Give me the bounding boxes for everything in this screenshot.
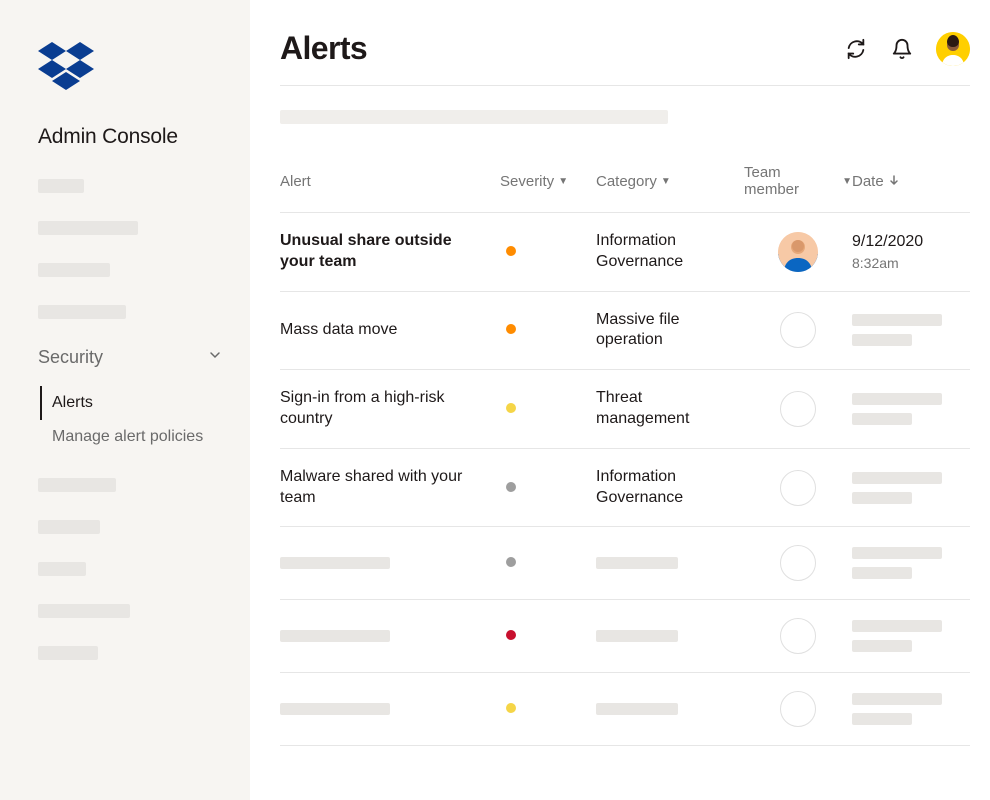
member-placeholder bbox=[780, 312, 816, 348]
date-placeholder bbox=[852, 693, 942, 705]
sidebar-nav-placeholders bbox=[38, 179, 250, 319]
col-header-category-label: Category bbox=[596, 173, 657, 190]
category-placeholder bbox=[596, 703, 678, 715]
bell-icon[interactable] bbox=[890, 37, 914, 61]
subnav-manage-policies[interactable]: Manage alert policies bbox=[40, 420, 250, 454]
col-header-alert[interactable]: Alert bbox=[280, 173, 500, 190]
severity-dot bbox=[506, 630, 516, 640]
member-placeholder bbox=[780, 545, 816, 581]
table-row[interactable]: Unusual share outside your team Informati… bbox=[280, 213, 970, 292]
alert-name: Malware shared with your team bbox=[280, 467, 490, 509]
main-content: Alerts bbox=[250, 0, 990, 800]
arrow-down-icon bbox=[888, 173, 900, 190]
table-row[interactable] bbox=[280, 673, 970, 746]
severity-dot bbox=[506, 482, 516, 492]
dropbox-logo-icon bbox=[38, 42, 250, 95]
security-subnav: Alerts Manage alert policies bbox=[40, 386, 250, 454]
alert-name: Mass data move bbox=[280, 320, 490, 341]
filter-bar-placeholder bbox=[280, 110, 668, 124]
category-text: Information Governance bbox=[596, 467, 734, 509]
page-title: Alerts bbox=[280, 30, 367, 67]
severity-dot bbox=[506, 557, 516, 567]
chevron-down-icon bbox=[208, 348, 222, 367]
category-placeholder bbox=[596, 557, 678, 569]
severity-dot bbox=[506, 324, 516, 334]
user-avatar[interactable] bbox=[936, 32, 970, 66]
category-text: Massive file operation bbox=[596, 310, 734, 352]
caret-down-icon: ▼ bbox=[842, 176, 852, 187]
time-placeholder bbox=[852, 492, 912, 504]
col-header-date[interactable]: Date bbox=[852, 173, 970, 190]
col-header-severity[interactable]: Severity ▼ bbox=[500, 173, 596, 190]
col-header-severity-label: Severity bbox=[500, 173, 554, 190]
sidebar-item-security[interactable]: Security bbox=[0, 347, 250, 368]
sidebar: Admin Console Security Alerts Manage ale… bbox=[0, 0, 250, 800]
alert-name-placeholder bbox=[280, 557, 390, 569]
table-body: Unusual share outside your team Informati… bbox=[280, 213, 970, 746]
table-row[interactable]: Sign-in from a high-risk country Threat m… bbox=[280, 370, 970, 449]
member-placeholder bbox=[780, 618, 816, 654]
subnav-alerts[interactable]: Alerts bbox=[40, 386, 250, 420]
table-row[interactable] bbox=[280, 600, 970, 673]
sidebar-nav-placeholders-2 bbox=[38, 478, 250, 660]
col-header-category[interactable]: Category ▼ bbox=[596, 173, 744, 190]
date-placeholder bbox=[852, 314, 942, 326]
alert-name-placeholder bbox=[280, 703, 390, 715]
time-placeholder bbox=[852, 567, 912, 579]
time-text: 8:32am bbox=[852, 255, 970, 271]
severity-dot bbox=[506, 403, 516, 413]
member-avatar[interactable] bbox=[778, 232, 818, 272]
refresh-icon[interactable] bbox=[844, 37, 868, 61]
header-divider bbox=[280, 85, 970, 86]
date-placeholder bbox=[852, 547, 942, 559]
category-text: Information Governance bbox=[596, 231, 734, 273]
member-placeholder bbox=[780, 470, 816, 506]
time-placeholder bbox=[852, 413, 912, 425]
time-placeholder bbox=[852, 713, 912, 725]
date-placeholder bbox=[852, 472, 942, 484]
console-title: Admin Console bbox=[38, 125, 250, 149]
date-text: 9/12/2020 bbox=[852, 232, 970, 253]
main-header: Alerts bbox=[280, 30, 970, 67]
time-placeholder bbox=[852, 334, 912, 346]
member-placeholder bbox=[780, 391, 816, 427]
table-row[interactable]: Malware shared with your team Information… bbox=[280, 449, 970, 528]
sidebar-security-label: Security bbox=[38, 347, 103, 368]
alert-name: Sign-in from a high-risk country bbox=[280, 388, 490, 430]
date-placeholder bbox=[852, 620, 942, 632]
col-header-alert-label: Alert bbox=[280, 173, 311, 190]
category-text: Threat management bbox=[596, 388, 734, 430]
header-actions bbox=[844, 32, 970, 66]
table-row[interactable] bbox=[280, 527, 970, 600]
date-placeholder bbox=[852, 393, 942, 405]
alert-name-placeholder bbox=[280, 630, 390, 642]
caret-down-icon: ▼ bbox=[661, 176, 671, 187]
col-header-member[interactable]: Team member ▼ bbox=[744, 164, 852, 198]
table-header: Alert Severity ▼ Category ▼ Team member … bbox=[280, 164, 970, 213]
severity-dot bbox=[506, 246, 516, 256]
col-header-member-label: Team member bbox=[744, 164, 838, 198]
table-row[interactable]: Mass data move Massive file operation bbox=[280, 292, 970, 371]
time-placeholder bbox=[852, 640, 912, 652]
col-header-date-label: Date bbox=[852, 173, 884, 190]
category-placeholder bbox=[596, 630, 678, 642]
alert-name: Unusual share outside your team bbox=[280, 231, 490, 273]
severity-dot bbox=[506, 703, 516, 713]
alerts-table: Alert Severity ▼ Category ▼ Team member … bbox=[280, 164, 970, 746]
caret-down-icon: ▼ bbox=[558, 176, 568, 187]
member-placeholder bbox=[780, 691, 816, 727]
